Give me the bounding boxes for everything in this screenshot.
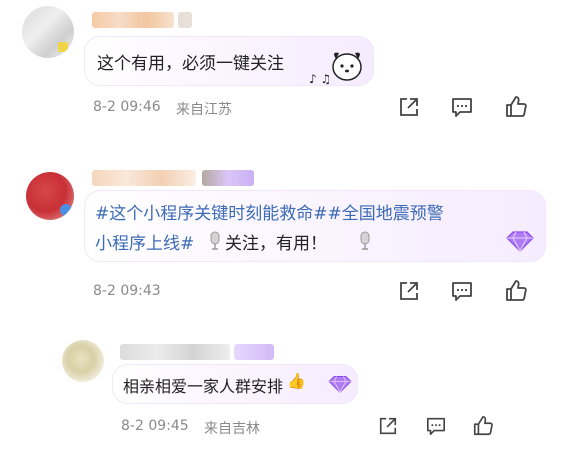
comment-date: 8-2 09:46 (93, 99, 161, 115)
topic-tags[interactable]: #这个小程序关键时刻能救命##全国地震预警 (95, 199, 444, 224)
avatar[interactable] (26, 172, 74, 220)
comment-bubble: 相亲相爱一家人群安排 👍 (112, 364, 358, 404)
comment-date: 8-2 09:43 (93, 283, 161, 299)
username-blurred[interactable] (120, 344, 230, 360)
user-badge (178, 12, 192, 28)
like-icon[interactable] (472, 415, 494, 437)
comment-text: 相亲相爱一家人群安排 (123, 377, 284, 396)
comment-icon[interactable] (451, 96, 473, 118)
svg-text:♪ ♫: ♪ ♫ (309, 72, 331, 86)
gem-icon (327, 374, 353, 394)
share-icon[interactable] (398, 280, 420, 302)
comment-icon[interactable] (451, 280, 473, 302)
topic-tag-continued[interactable]: 小程序上线# (95, 229, 194, 254)
comment-location: 来自江苏 (176, 102, 232, 118)
comment-bubble: 这个有用，必须一键关注 ♪ ♫ (84, 36, 374, 86)
avatar[interactable] (22, 6, 74, 58)
pochacco-sticker: ♪ ♫ (309, 52, 362, 86)
comment-text: 关注，有用！ (225, 234, 327, 254)
username-blurred[interactable] (92, 170, 196, 186)
like-icon[interactable] (504, 279, 528, 303)
share-icon[interactable] (378, 416, 398, 436)
comment-location: 来自吉林 (204, 421, 260, 437)
username-blurred[interactable] (92, 12, 174, 28)
user-badge (202, 170, 254, 186)
mic-icon (359, 231, 371, 251)
gem-icon (505, 229, 535, 253)
thumbs-up-emoji: 👍 (287, 372, 306, 390)
comment-date: 8-2 09:45 (121, 418, 189, 434)
comment-bubble: #这个小程序关键时刻能救命##全国地震预警 小程序上线# 关注，有用！ (84, 190, 546, 262)
share-icon[interactable] (398, 96, 420, 118)
like-icon[interactable] (504, 95, 528, 119)
user-badge (234, 344, 274, 360)
comment-text: 这个有用，必须一键关注 (97, 54, 284, 74)
avatar[interactable] (62, 340, 104, 382)
mic-icon (209, 231, 221, 251)
comment-icon[interactable] (426, 416, 446, 436)
